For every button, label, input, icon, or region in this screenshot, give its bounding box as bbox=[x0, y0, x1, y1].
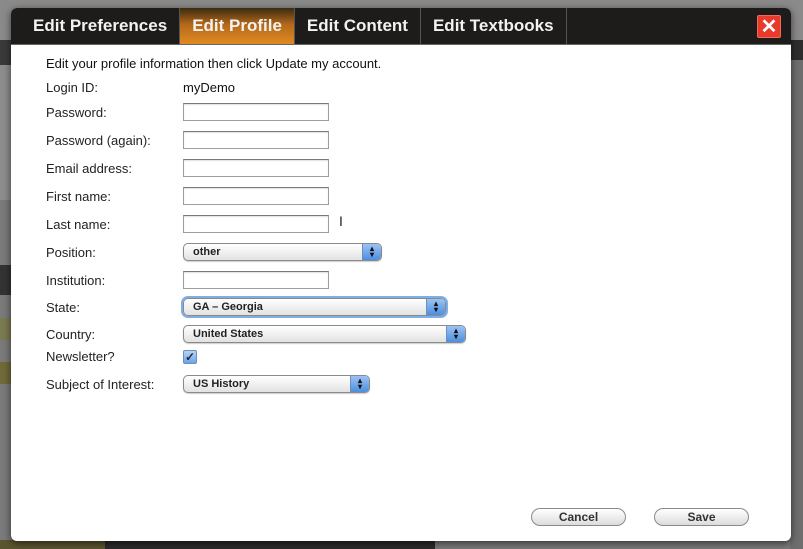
country-value: United States bbox=[193, 328, 264, 340]
position-select[interactable]: other ▴ ▾ bbox=[183, 243, 382, 261]
edit-profile-dialog: Edit Preferences Edit Profile Edit Conte… bbox=[11, 8, 791, 541]
state-row: State: GA – Georgia ▴ ▾ bbox=[46, 298, 446, 316]
background-fragment bbox=[105, 540, 435, 549]
state-select[interactable]: GA – Georgia ▴ ▾ bbox=[183, 298, 446, 316]
select-arrows-icon: ▴ ▾ bbox=[362, 244, 381, 260]
tab-edit-preferences[interactable]: Edit Preferences bbox=[21, 8, 181, 44]
password-again-field[interactable] bbox=[183, 131, 329, 149]
state-label: State: bbox=[46, 299, 80, 315]
email-field[interactable] bbox=[183, 159, 329, 177]
password-again-label: Password (again): bbox=[46, 132, 151, 148]
country-label: Country: bbox=[46, 326, 96, 342]
first-name-label: First name: bbox=[46, 188, 112, 204]
subject-value: US History bbox=[193, 378, 250, 390]
position-value: other bbox=[193, 246, 221, 258]
text-cursor-icon: I bbox=[339, 213, 343, 229]
background-fragment bbox=[790, 40, 803, 549]
select-arrows-icon: ▴ ▾ bbox=[446, 326, 465, 342]
tab-edit-content[interactable]: Edit Content bbox=[295, 8, 421, 44]
institution-field[interactable] bbox=[183, 271, 329, 289]
tab-bar: Edit Preferences Edit Profile Edit Conte… bbox=[11, 8, 791, 45]
position-label: Position: bbox=[46, 244, 96, 260]
last-name-field[interactable] bbox=[183, 215, 329, 233]
save-button[interactable]: Save bbox=[654, 508, 749, 526]
last-name-label: Last name: bbox=[46, 216, 111, 232]
close-button[interactable]: ✕ bbox=[757, 15, 781, 38]
newsletter-checkbox[interactable]: ✓ bbox=[183, 349, 197, 364]
institution-row: Institution: bbox=[46, 271, 329, 289]
institution-label: Institution: bbox=[46, 272, 106, 288]
login-id-row: Login ID: myDemo bbox=[46, 80, 235, 95]
state-value: GA – Georgia bbox=[193, 301, 263, 313]
subject-select[interactable]: US History ▴ ▾ bbox=[183, 375, 370, 393]
email-label: Email address: bbox=[46, 160, 132, 176]
cancel-button[interactable]: Cancel bbox=[531, 508, 626, 526]
newsletter-row: Newsletter? ✓ bbox=[46, 349, 197, 364]
close-icon: ✕ bbox=[760, 15, 778, 38]
select-arrows-icon: ▴ ▾ bbox=[350, 376, 369, 392]
password-row: Password: bbox=[46, 103, 329, 121]
subject-label: Subject of Interest: bbox=[46, 376, 155, 392]
newsletter-label: Newsletter? bbox=[46, 349, 115, 364]
select-arrows-icon: ▴ ▾ bbox=[426, 299, 445, 315]
login-id-value: myDemo bbox=[183, 80, 236, 95]
email-row: Email address: bbox=[46, 159, 329, 177]
password-field[interactable] bbox=[183, 103, 329, 121]
background-fragment bbox=[0, 540, 105, 549]
login-id-label: Login ID: bbox=[46, 80, 99, 95]
last-name-row: Last name: bbox=[46, 215, 329, 233]
first-name-row: First name: bbox=[46, 187, 329, 205]
tab-edit-textbooks[interactable]: Edit Textbooks bbox=[421, 8, 567, 44]
subject-row: Subject of Interest: US History ▴ ▾ bbox=[46, 375, 370, 393]
country-row: Country: United States ▴ ▾ bbox=[46, 325, 466, 343]
checkmark-icon: ✓ bbox=[184, 349, 196, 364]
background-fragment bbox=[790, 40, 803, 60]
intro-text: Edit your profile information then click… bbox=[46, 56, 382, 71]
tab-edit-profile[interactable]: Edit Profile bbox=[180, 8, 295, 44]
first-name-field[interactable] bbox=[183, 187, 329, 205]
position-row: Position: other ▴ ▾ bbox=[46, 243, 382, 261]
password-label: Password: bbox=[46, 104, 107, 120]
password-again-row: Password (again): bbox=[46, 131, 329, 149]
country-select[interactable]: United States ▴ ▾ bbox=[183, 325, 466, 343]
